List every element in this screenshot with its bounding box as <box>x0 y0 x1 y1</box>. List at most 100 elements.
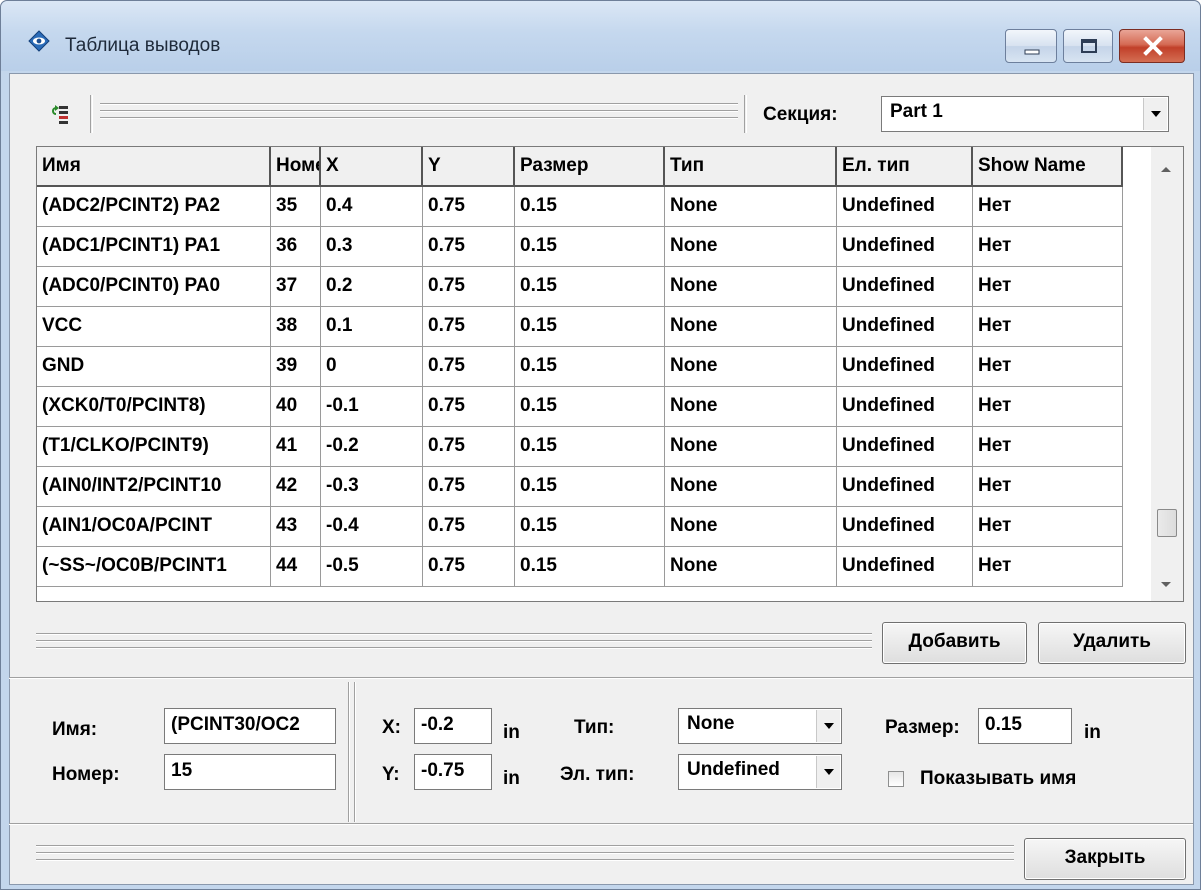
table-cell[interactable]: 0.75 <box>423 507 515 547</box>
table-row[interactable]: (AIN0/INT2/PCINT10 42 -0.3 0.75 0.15 None Unde… <box>37 467 1123 507</box>
table-cell[interactable]: 0.15 <box>515 427 665 467</box>
table-cell[interactable]: 0.4 <box>321 187 423 227</box>
table-cell[interactable]: 0.75 <box>423 547 515 587</box>
table-row[interactable]: VCC 38 0.1 0.75 0.15 None Undefined Нет <box>37 307 1123 347</box>
table-cell[interactable]: -0.1 <box>321 387 423 427</box>
table-row[interactable]: (~SS~/OC0B/PCINT1 44 -0.5 0.75 0.15 None Undef… <box>37 547 1123 587</box>
table-cell[interactable]: None <box>665 307 837 347</box>
table-cell[interactable]: Нет <box>973 267 1123 307</box>
table-cell[interactable]: Нет <box>973 307 1123 347</box>
table-cell[interactable]: None <box>665 267 837 307</box>
table-cell[interactable]: (XCK0/T0/PCINT8) <box>37 387 271 427</box>
table-cell[interactable]: Undefined <box>837 427 973 467</box>
column-header-name[interactable]: Имя <box>37 147 271 187</box>
table-cell[interactable]: Undefined <box>837 467 973 507</box>
table-cell[interactable]: -0.4 <box>321 507 423 547</box>
table-cell[interactable]: Undefined <box>837 267 973 307</box>
table-cell[interactable]: 38 <box>271 307 321 347</box>
table-row[interactable]: (ADC2/PCINT2) PA2 35 0.4 0.75 0.15 None Undefi… <box>37 187 1123 227</box>
column-header-y[interactable]: Y <box>423 147 515 187</box>
table-cell[interactable]: Нет <box>973 227 1123 267</box>
table-cell[interactable]: 0.15 <box>515 547 665 587</box>
table-cell[interactable]: (ADC2/PCINT2) PA2 <box>37 187 271 227</box>
title-bar[interactable]: Таблица выводов <box>1 1 1200 71</box>
table-cell[interactable]: 0.75 <box>423 467 515 507</box>
eltype-select[interactable]: Undefined <box>678 754 842 790</box>
table-cell[interactable]: None <box>665 187 837 227</box>
table-cell[interactable]: 0.15 <box>515 227 665 267</box>
table-cell[interactable]: None <box>665 507 837 547</box>
table-cell[interactable]: Undefined <box>837 227 973 267</box>
table-cell[interactable]: Нет <box>973 347 1123 387</box>
table-cell[interactable]: -0.3 <box>321 467 423 507</box>
table-cell[interactable]: -0.5 <box>321 547 423 587</box>
table-cell[interactable]: Undefined <box>837 187 973 227</box>
table-row[interactable]: (AIN1/OC0A/PCINT 43 -0.4 0.75 0.15 None Undefi… <box>37 507 1123 547</box>
name-field[interactable]: (PCINT30/OC2 <box>164 708 336 744</box>
table-cell[interactable]: (ADC1/PCINT1) PA1 <box>37 227 271 267</box>
table-cell[interactable]: 0.75 <box>423 187 515 227</box>
table-cell[interactable]: 0 <box>321 347 423 387</box>
maximize-button[interactable] <box>1063 29 1113 63</box>
column-header-type[interactable]: Тип <box>665 147 837 187</box>
table-cell[interactable]: Undefined <box>837 387 973 427</box>
column-header-show-name[interactable]: Show Name <box>973 147 1123 187</box>
column-header-x[interactable]: X <box>321 147 423 187</box>
table-cell[interactable]: 0.15 <box>515 467 665 507</box>
table-cell[interactable]: 0.75 <box>423 427 515 467</box>
table-cell[interactable]: (~SS~/OC0B/PCINT1 <box>37 547 271 587</box>
table-cell[interactable]: Нет <box>973 187 1123 227</box>
table-row[interactable]: GND 39 0 0.75 0.15 None Undefined Нет <box>37 347 1123 387</box>
table-cell[interactable]: 37 <box>271 267 321 307</box>
column-header-size[interactable]: Размер <box>515 147 665 187</box>
table-cell[interactable]: Undefined <box>837 547 973 587</box>
table-cell[interactable]: 40 <box>271 387 321 427</box>
table-cell[interactable]: 36 <box>271 227 321 267</box>
table-cell[interactable]: Undefined <box>837 347 973 387</box>
table-cell[interactable]: 0.1 <box>321 307 423 347</box>
table-cell[interactable]: 41 <box>271 427 321 467</box>
table-cell[interactable]: (T1/CLKO/PCINT9) <box>37 427 271 467</box>
show-name-checkbox[interactable] <box>888 771 904 787</box>
table-cell[interactable]: 44 <box>271 547 321 587</box>
table-cell[interactable]: Нет <box>973 507 1123 547</box>
table-cell[interactable]: 0.15 <box>515 387 665 427</box>
table-row[interactable]: (ADC1/PCINT1) PA1 36 0.3 0.75 0.15 None Undefi… <box>37 227 1123 267</box>
scroll-thumb[interactable] <box>1157 509 1177 537</box>
chevron-down-icon[interactable] <box>816 756 840 788</box>
section-select[interactable]: Part 1 <box>881 96 1169 132</box>
table-cell[interactable]: None <box>665 387 837 427</box>
table-cell[interactable]: (AIN1/OC0A/PCINT <box>37 507 271 547</box>
minimize-button[interactable] <box>1005 29 1057 63</box>
table-cell[interactable]: (AIN0/INT2/PCINT10 <box>37 467 271 507</box>
table-cell[interactable]: 43 <box>271 507 321 547</box>
table-cell[interactable]: 39 <box>271 347 321 387</box>
table-cell[interactable]: 0.15 <box>515 187 665 227</box>
table-row[interactable]: (T1/CLKO/PCINT9) 41 -0.2 0.75 0.15 None Undefi… <box>37 427 1123 467</box>
table-cell[interactable]: Нет <box>973 467 1123 507</box>
table-cell[interactable]: 0.75 <box>423 387 515 427</box>
size-field[interactable]: 0.15 <box>978 708 1072 744</box>
chevron-down-icon[interactable] <box>816 710 840 742</box>
table-cell[interactable]: 0.15 <box>515 307 665 347</box>
add-button[interactable]: Добавить <box>882 622 1027 664</box>
table-cell[interactable]: 0.75 <box>423 227 515 267</box>
table-cell[interactable]: None <box>665 227 837 267</box>
table-row[interactable]: (XCK0/T0/PCINT8) 40 -0.1 0.75 0.15 None Undefi… <box>37 387 1123 427</box>
table-cell[interactable]: Нет <box>973 547 1123 587</box>
table-cell[interactable]: Undefined <box>837 507 973 547</box>
table-cell[interactable]: (ADC0/PCINT0) PA0 <box>37 267 271 307</box>
pins-grid[interactable]: Имя Номер X Y Размер Тип Ел. тип Show Na… <box>36 146 1184 602</box>
table-cell[interactable]: 35 <box>271 187 321 227</box>
table-cell[interactable]: 0.75 <box>423 307 515 347</box>
table-cell[interactable]: None <box>665 467 837 507</box>
grid-scrollbar[interactable] <box>1151 147 1183 601</box>
close-button[interactable]: Закрыть <box>1024 838 1186 880</box>
table-cell[interactable]: None <box>665 547 837 587</box>
table-cell[interactable]: 42 <box>271 467 321 507</box>
table-cell[interactable]: -0.2 <box>321 427 423 467</box>
table-cell[interactable]: None <box>665 427 837 467</box>
sort-list-icon[interactable] <box>47 102 73 128</box>
table-cell[interactable]: None <box>665 347 837 387</box>
table-cell[interactable]: Undefined <box>837 307 973 347</box>
